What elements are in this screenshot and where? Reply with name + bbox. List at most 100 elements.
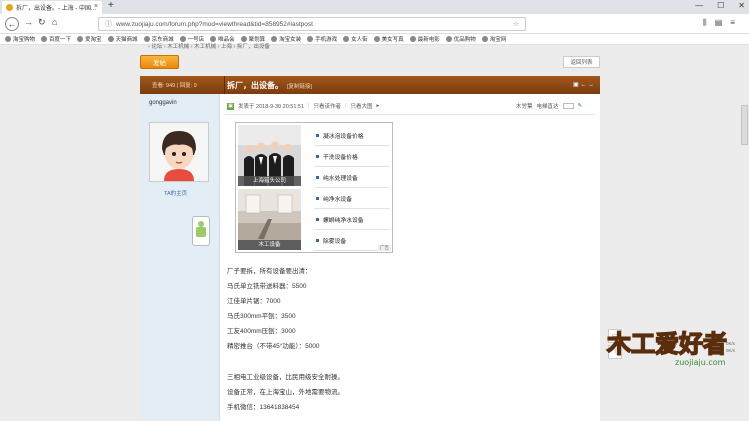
bookmark-item[interactable]: 淘宝女装 (271, 35, 301, 43)
scrollbar[interactable] (741, 105, 748, 145)
close-window-icon[interactable]: ✕ (738, 1, 745, 10)
browser-tools: ⫼ ▤ ≡ (703, 18, 735, 28)
ad-image-woodworking[interactable]: 木工设备 (238, 189, 301, 250)
thread-title: 拆厂，出设备。 [复制链接] (227, 80, 312, 91)
url-text: www.zuojiaju.com/forum.php?mod=viewthrea… (116, 20, 313, 28)
sidebar-icon[interactable]: ▤ (715, 18, 723, 28)
ad-block[interactable]: 上海猎头公司 木工设备 凝冰泡设备价格 干洗设备价格 纯水处理设备 纯净水设备 (235, 122, 393, 253)
download-speed: 0K/s (726, 341, 736, 346)
bookmark-icon (343, 36, 350, 42)
tab-bar: 拆厂，出设备。- 上海 - 中国... × + — ☐ ✕ (0, 0, 749, 14)
minimize-icon[interactable]: — (695, 1, 703, 10)
post-line: 精密推台（不带45°功能）：5000 (227, 343, 320, 351)
floor-input[interactable] (562, 103, 574, 109)
bookmarks-bar: 淘宝购物 百度一下 爱淘宝 天猫商城 京东商城 一号店 唯品会 聚划算 淘宝女装… (0, 34, 749, 45)
copy-link[interactable]: [复制链接] (287, 84, 312, 90)
bookmark-item[interactable]: 女人街 (343, 35, 368, 43)
go-floor-icon[interactable]: ✎ (578, 103, 583, 109)
ad-link[interactable]: 纯净水设备 (314, 188, 390, 209)
post-line: 手机微信：13641838454 (227, 403, 300, 411)
bookmark-icon (107, 36, 114, 42)
bookmark-item[interactable]: 天猫商城 (107, 35, 138, 43)
bookmark-icon (307, 36, 314, 42)
info-icon[interactable]: ⓘ (105, 19, 112, 29)
separator: | (308, 103, 310, 109)
bookmark-item[interactable]: 优品购物 (445, 35, 476, 43)
header-nav-icons[interactable]: ▣ ← → (573, 81, 594, 88)
menu-icon[interactable]: ≡ (730, 18, 735, 28)
thread-title-text: 拆厂，出设备。 (227, 81, 283, 90)
bullet-icon (316, 133, 319, 137)
maximize-icon[interactable]: ☐ (717, 1, 724, 10)
bookmark-icon (77, 36, 84, 42)
ad-caption: 木工设备 (238, 240, 301, 250)
bullet-icon (316, 217, 319, 221)
post-tools: 木労葉 电梯直达 ✎ (516, 102, 582, 110)
ad-link[interactable]: 纯水处理设备 (314, 167, 390, 188)
post-status-icon: ▣ (227, 102, 234, 110)
author-name[interactable]: gonggavin (149, 100, 177, 106)
ad-tag: 广告 (378, 245, 391, 251)
bullet-icon (316, 196, 319, 200)
ad-image-headhunter[interactable]: 上海猎头公司 (238, 125, 301, 186)
browser-tab[interactable]: 拆厂，出设备。- 上海 - 中国... × (2, 1, 102, 14)
bookmark-icon (445, 36, 452, 42)
bullet-icon (316, 154, 319, 158)
logo-site: zuojiaju.com (675, 358, 726, 367)
post-body: 厂子要拆，所有设备要出清： 马氏单立铣带送料器：5500 江佳单片锯：7000 … (227, 264, 344, 415)
address-bar[interactable]: ⓘ www.zuojiaju.com/forum.php?mod=viewthr… (98, 17, 526, 31)
avatar[interactable] (149, 122, 209, 182)
close-tab-icon[interactable]: × (94, 3, 98, 10)
window-controls: — ☐ ✕ (695, 1, 745, 10)
big-image-link[interactable]: 只看大图 (350, 102, 372, 110)
ad-link-list: 凝冰泡设备价格 干洗设备价格 纯水处理设备 纯净水设备 螺蛳纯净水设备 除雾设备 (314, 125, 390, 251)
thread-stats: 查看: 949 | 回复: 9 (140, 76, 225, 94)
post-line: 江佳单片锯：7000 (227, 298, 281, 306)
bookmark-item[interactable]: 美女写真 (373, 35, 404, 43)
logo-text: 木工爱好者 (606, 330, 727, 358)
post-line: 三相电工业级设备，比民用级安全耐操。 (227, 373, 344, 381)
post-line (227, 355, 344, 370)
bookmark-item[interactable]: 百度一下 (41, 35, 71, 43)
bookmark-icon (409, 36, 416, 42)
ad-link[interactable]: 螺蛳纯净水设备 (314, 209, 390, 230)
bookmark-icon (373, 36, 380, 42)
bookmark-icon (271, 36, 278, 42)
bookmark-icon (41, 36, 48, 42)
chevron-right-icon: ▸ (376, 103, 380, 109)
breadcrumb[interactable]: › 论坛 › 木工机械 › 木工机械 › 上海 › 拆厂，出设备 (148, 42, 270, 50)
bookmark-item[interactable]: 手机游戏 (307, 35, 337, 43)
font-control[interactable]: 木労葉 (516, 102, 533, 110)
bookmark-icon (481, 36, 488, 42)
author-sidebar: gonggavin TA的主页 (140, 94, 235, 421)
reload-button[interactable]: ↻ (38, 17, 46, 28)
forward-button[interactable]: → (24, 17, 33, 27)
bookmark-item[interactable]: 最新电影 (409, 35, 440, 43)
only-author-link[interactable]: 只看该作者 (313, 102, 341, 110)
ad-link[interactable]: 凝冰泡设备价格 (314, 125, 390, 146)
bookmark-star-icon[interactable]: ☆ (513, 20, 519, 28)
divider (225, 114, 595, 115)
bookmark-item[interactable]: 淘宝网 (481, 35, 506, 43)
bullet-icon (316, 175, 319, 179)
post-line: 马氏单立铣带送料器：5500 (227, 283, 307, 291)
bookmark-item[interactable]: 爱淘宝 (77, 35, 102, 43)
bullet-icon (316, 238, 319, 242)
mobile-icon[interactable] (192, 216, 210, 246)
bookmark-item[interactable]: 淘宝购物 (5, 35, 35, 43)
home-icon[interactable]: ⌂ (52, 17, 57, 27)
return-list-button[interactable]: 返回列表 (563, 56, 600, 68)
back-button[interactable]: ← (5, 17, 19, 31)
author-home-link[interactable]: TA的主页 (164, 189, 187, 197)
library-icon[interactable]: ⫼ (703, 18, 707, 28)
post-line: 马氏300mm平刨：3500 (227, 313, 296, 321)
new-tab-button[interactable]: + (108, 0, 114, 11)
post-line: 设备正常，在上海宝山，外地需要物流。 (227, 388, 344, 396)
ad-link[interactable]: 干洗设备价格 (314, 146, 390, 167)
post-line: 厂子要拆，所有设备要出清： (227, 268, 312, 275)
site-favicon-icon (6, 4, 13, 11)
upload-speed: 0K/s (726, 348, 736, 353)
site-logo: 木工爱好者 zuojiaju.com (605, 322, 728, 367)
new-post-button[interactable]: 发帖 (140, 55, 179, 69)
elevator-label: 电梯直达 (536, 104, 559, 110)
